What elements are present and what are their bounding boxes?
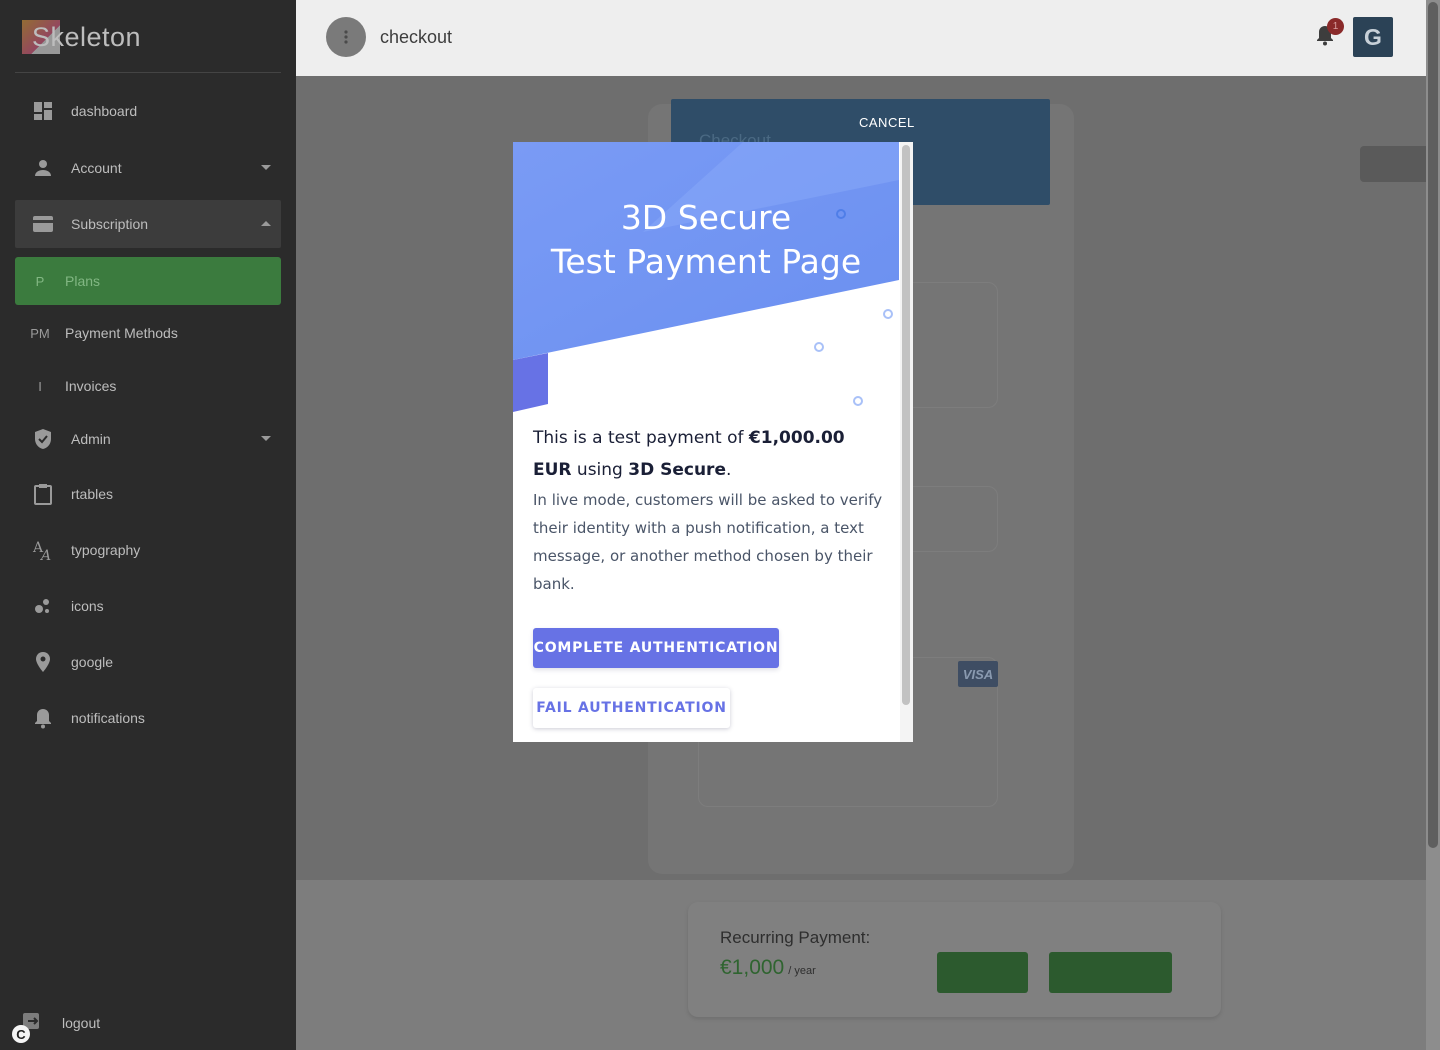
sidebar-item-label: icons xyxy=(71,598,104,614)
logout-button[interactable]: logout xyxy=(22,1012,100,1033)
user-avatar[interactable]: G xyxy=(1353,17,1393,57)
app-badge-icon: C xyxy=(12,1025,30,1043)
sidebar-item-google[interactable]: google xyxy=(15,638,281,686)
recurring-amount-row: €1,000/ year xyxy=(720,956,816,980)
visa-logo-icon: VISA xyxy=(958,661,998,687)
sidebar-item-notifications[interactable]: notifications xyxy=(15,694,281,742)
sidebar-item-label: Payment Methods xyxy=(65,325,178,341)
brand[interactable]: Skeleton xyxy=(22,18,282,62)
bubbles-icon xyxy=(15,596,71,616)
sidebar-item-label: Subscription xyxy=(71,216,149,232)
credit-card-icon xyxy=(15,215,71,233)
caret-down-icon xyxy=(251,165,281,171)
sidebar-item-label: Plans xyxy=(65,273,101,289)
caret-down-icon xyxy=(251,436,281,442)
modal-body: This is a test payment of €1,000.00 EUR … xyxy=(533,422,883,598)
logout-label: logout xyxy=(62,1014,101,1031)
payment-summary: This is a test payment of €1,000.00 EUR … xyxy=(533,422,883,486)
notification-count-badge: 1 xyxy=(1327,18,1344,35)
dashboard-icon xyxy=(15,101,71,121)
sidebar-divider xyxy=(15,72,281,73)
sidebar-item-icons[interactable]: icons xyxy=(15,582,281,630)
sidebar-item-typography[interactable]: AA typography xyxy=(15,526,281,574)
sidebar-item-label: notifications xyxy=(71,710,145,726)
sidebar-item-label: Account xyxy=(71,160,122,176)
sidebar-item-label: rtables xyxy=(71,486,114,502)
svg-text:A: A xyxy=(39,548,51,561)
sidebar: Skeleton dashboard Account Subscription … xyxy=(0,0,296,1050)
sidebar-item-abbr: P xyxy=(35,273,45,289)
sidebar-item-label: dashboard xyxy=(71,103,138,119)
recurring-label: Recurring Payment: xyxy=(720,928,871,947)
summary-text: . xyxy=(725,460,732,480)
recurring-action-button[interactable] xyxy=(937,952,1028,993)
brand-name: Skeleton xyxy=(32,22,142,52)
sidebar-item-label: Admin xyxy=(71,431,111,447)
modal-title-line: 3D Secure xyxy=(620,198,792,237)
sidebar-item-subscription[interactable]: Subscription xyxy=(15,200,281,248)
recurring-amount: €1,000 xyxy=(720,956,785,979)
sidebar-item-label: Invoices xyxy=(65,378,117,394)
top-bar: checkout 1 G xyxy=(296,0,1426,76)
page-scrollbar-thumb[interactable] xyxy=(1428,2,1438,848)
location-pin-icon xyxy=(15,651,71,673)
sidebar-item-rtables[interactable]: rtables xyxy=(15,470,281,518)
typography-icon: AA xyxy=(15,539,71,561)
side-tab[interactable] xyxy=(1360,146,1426,182)
sidebar-item-admin[interactable]: Admin xyxy=(15,415,281,463)
payment-method: 3D Secure xyxy=(628,460,726,480)
summary-text: using xyxy=(571,460,629,480)
sidebar-item-account[interactable]: Account xyxy=(15,144,281,192)
sidebar-item-invoices[interactable]: I Invoices xyxy=(15,362,281,410)
recurring-period: / year xyxy=(788,965,816,977)
caret-up-icon xyxy=(251,221,281,227)
3ds-modal: 3D Secure Test Payment Page This is a te… xyxy=(513,142,913,742)
sidebar-item-plans[interactable]: P Plans xyxy=(15,257,281,305)
sidebar-item-dashboard[interactable]: dashboard xyxy=(15,87,281,135)
sidebar-item-abbr: I xyxy=(38,378,42,394)
page-title: checkout xyxy=(380,27,453,47)
sidebar-item-abbr: PM xyxy=(30,325,50,341)
sidebar-item-label: google xyxy=(71,654,114,670)
cancel-button[interactable]: CANCEL xyxy=(859,115,915,130)
payment-description: In live mode, customers will be asked to… xyxy=(533,491,883,593)
bell-icon xyxy=(15,707,71,729)
more-vert-icon xyxy=(344,30,348,44)
modal-scrollbar-thumb[interactable] xyxy=(902,145,910,705)
sidebar-item-payment-methods[interactable]: PM Payment Methods xyxy=(15,309,281,357)
modal-title: 3D Secure Test Payment Page xyxy=(513,196,899,284)
modal-title-line: Test Payment Page xyxy=(550,242,862,281)
shield-icon xyxy=(15,428,71,450)
summary-text: This is a test payment of xyxy=(533,428,749,448)
person-icon xyxy=(15,158,71,178)
complete-authentication-button[interactable]: COMPLETE AUTHENTICATION xyxy=(533,628,779,668)
sidebar-item-label: typography xyxy=(71,542,141,558)
fail-authentication-button[interactable]: FAIL AUTHENTICATION xyxy=(533,688,730,728)
recurring-action-button[interactable] xyxy=(1049,952,1172,993)
clipboard-icon xyxy=(15,483,71,505)
recurring-payment-card: Recurring Payment: €1,000/ year xyxy=(688,902,1221,1017)
more-menu-button[interactable] xyxy=(326,17,366,57)
